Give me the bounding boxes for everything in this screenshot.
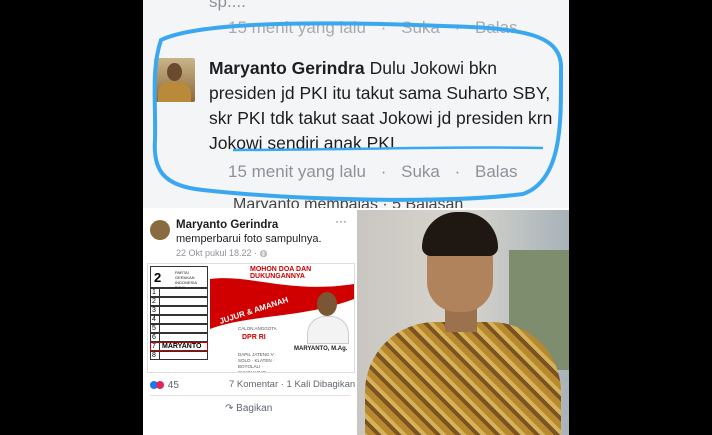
previous-like-link[interactable]: Suka [401,18,440,37]
comment-author[interactable]: Maryanto Gerindra [209,58,365,78]
comment-screenshot: sp.... 15 menit yang lalu · Suka · Balas… [143,0,569,208]
next-reply-text[interactable]: Maryanto membalas · 5 Balasan [233,196,463,208]
post-avatar[interactable] [150,220,170,240]
comment-avatar[interactable] [154,58,195,102]
comment-meta: 15 menit yang lalu · Suka · Balas [228,162,518,181]
poster-calon: CALON ANGGOTA [238,326,277,331]
reaction-count: 45 [167,380,179,391]
poster-dpr: DPR RI [242,334,266,341]
poster-dapil: DAPIL JATENG V · SOLO · KLATEN · BOYOLAL… [238,352,277,373]
campaign-banner-image[interactable]: 2 PARTAI GERAKAN INDONESIA RAYA 1 2 3 4 … [147,263,355,373]
reaction-summary[interactable]: 45 [150,380,179,391]
share-label: Bagikan [236,403,273,414]
ballot-sample: 2 PARTAI GERAKAN INDONESIA RAYA 1 2 3 4 … [150,266,208,370]
post-stats[interactable]: 7 Komentar · 1 Kali Dibagikan [229,379,355,390]
share-button[interactable]: ↷ Bagikan [225,403,272,414]
marked-candidate: MARYANTO [162,343,202,350]
party-name: PARTAI GERAKAN INDONESIA RAYA [175,270,197,290]
post-date: 22 Okt pukul 18.22 · ◍ [176,248,268,258]
ballot-number: 2 [154,270,162,285]
more-options-icon[interactable]: ··· [335,214,347,228]
love-reaction-icon [156,381,164,390]
campaign-poster: MOHON DOA DAN DUKUNGANNYA JUJUR & AMANAH… [210,264,354,373]
previous-reply-link[interactable]: Balas [475,18,518,37]
portrait-photo [357,210,569,435]
post-author[interactable]: Maryanto Gerindra [176,219,278,231]
like-link[interactable]: Suka [401,162,440,181]
facebook-post: Maryanto Gerindra ··· memperbarui foto s… [143,208,356,435]
post-action: memperbarui foto sampulnya. [176,233,322,245]
globe-icon: ◍ [259,248,268,258]
divider [150,395,350,396]
previous-comment-text: sp.... [209,0,246,11]
candidate-name: MARYANTO, M.Ag. [294,346,348,352]
previous-comment-meta: 15 menit yang lalu · Suka · Balas [228,18,518,37]
reply-link[interactable]: Balas [475,162,518,181]
share-icon: ↷ [225,403,234,414]
comment-time: 15 menit yang lalu [228,162,366,181]
screenshot-collage: sp.... 15 menit yang lalu · Suka · Balas… [143,0,569,435]
previous-time: 15 menit yang lalu [228,18,366,37]
candidate-photo [305,284,349,344]
comment-body: Maryanto Gerindra Dulu Jokowi bkn preside… [209,56,559,156]
